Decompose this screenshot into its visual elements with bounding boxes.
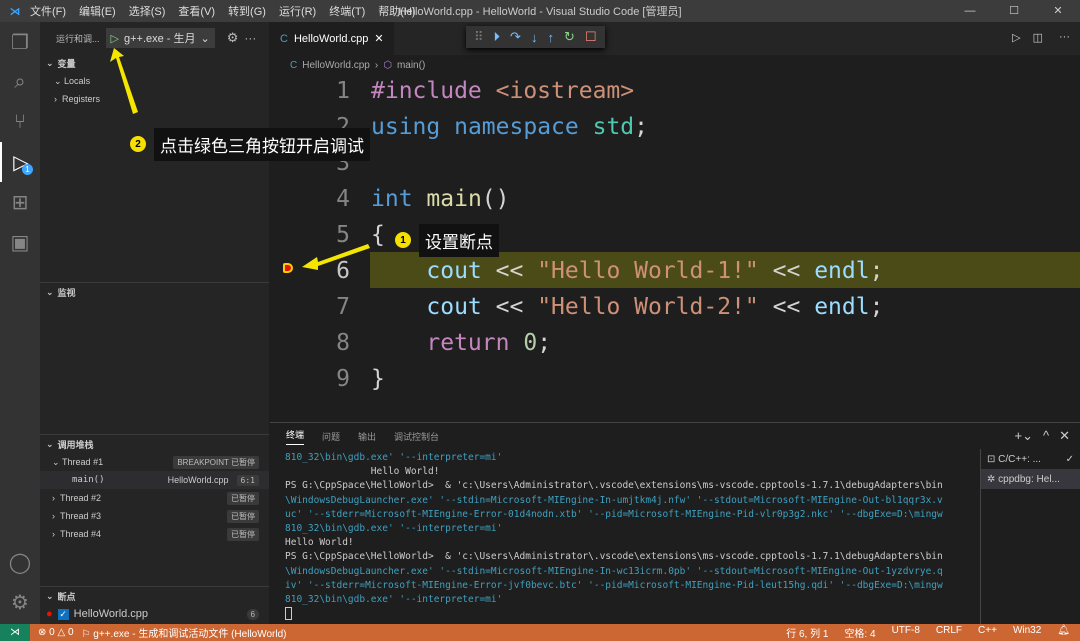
arrow-to-breakpoint — [302, 244, 370, 270]
step-number: 1 — [395, 232, 411, 248]
callout-start-debug: 2 点击绿色三角按钮开启调试 — [130, 127, 370, 161]
callout-text: 点击绿色三角按钮开启调试 — [154, 127, 370, 161]
arrow-to-run-button — [110, 48, 138, 114]
callout-text: 设置断点 — [419, 223, 499, 257]
callout-set-breakpoint: 1 设置断点 — [395, 223, 499, 257]
annotation-arrows — [110, 48, 370, 270]
step-number: 2 — [130, 136, 146, 152]
